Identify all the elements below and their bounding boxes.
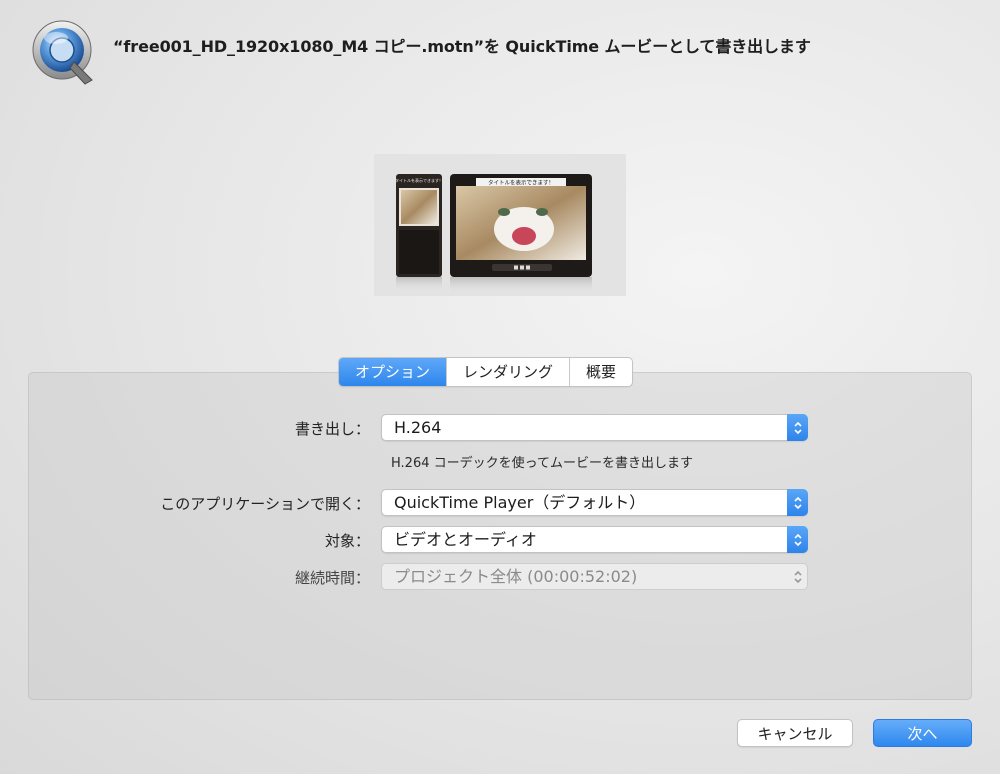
- open-with-label: このアプリケーションで開く：: [160, 495, 370, 513]
- export-codec-popup[interactable]: H.264: [381, 414, 808, 441]
- include-label: 対象：: [324, 532, 370, 550]
- tab-rendering[interactable]: レンダリング: [446, 358, 569, 386]
- duration-popup: プロジェクト全体 (00:00:52:02): [381, 563, 808, 590]
- duration-label: 継続時間：: [294, 569, 370, 587]
- open-with-value: QuickTime Player（デフォルト）: [394, 493, 646, 512]
- duration-value: プロジェクト全体 (00:00:52:02): [394, 567, 638, 586]
- export-codec-value: H.264: [394, 418, 442, 437]
- include-value: ビデオとオーディオ: [394, 530, 537, 549]
- popup-arrows-icon: [787, 414, 808, 441]
- tab-summary[interactable]: 概要: [569, 358, 632, 386]
- next-button[interactable]: 次へ: [873, 719, 972, 747]
- tab-options[interactable]: オプション: [339, 358, 447, 386]
- export-label: 書き出し：: [294, 420, 370, 438]
- segmented-tab-control: オプション レンダリング 概要: [338, 357, 634, 387]
- popup-arrows-icon: [787, 489, 808, 516]
- cancel-button[interactable]: キャンセル: [737, 719, 853, 747]
- export-dialog: “free001_HD_1920x1080_M4 コピー.motn”を Quic…: [0, 0, 1000, 774]
- popup-arrows-icon: [787, 526, 808, 553]
- export-codec-hint: H.264 コーデックを使ってムービーを書き出します: [391, 456, 693, 471]
- quicktime-logo-icon: [30, 18, 98, 86]
- movie-preview-thumbnail: タイトルを表示できます！ タイトルを表示できます！: [374, 154, 626, 296]
- include-popup[interactable]: ビデオとオーディオ: [381, 526, 808, 553]
- dialog-title: “free001_HD_1920x1080_M4 コピー.motn”を Quic…: [113, 37, 811, 56]
- open-with-popup[interactable]: QuickTime Player（デフォルト）: [381, 489, 808, 516]
- preview-caption-large: タイトルを表示できます！: [488, 179, 554, 187]
- popup-arrows-icon: [787, 563, 808, 590]
- preview-caption-small: タイトルを表示できます！: [395, 177, 443, 183]
